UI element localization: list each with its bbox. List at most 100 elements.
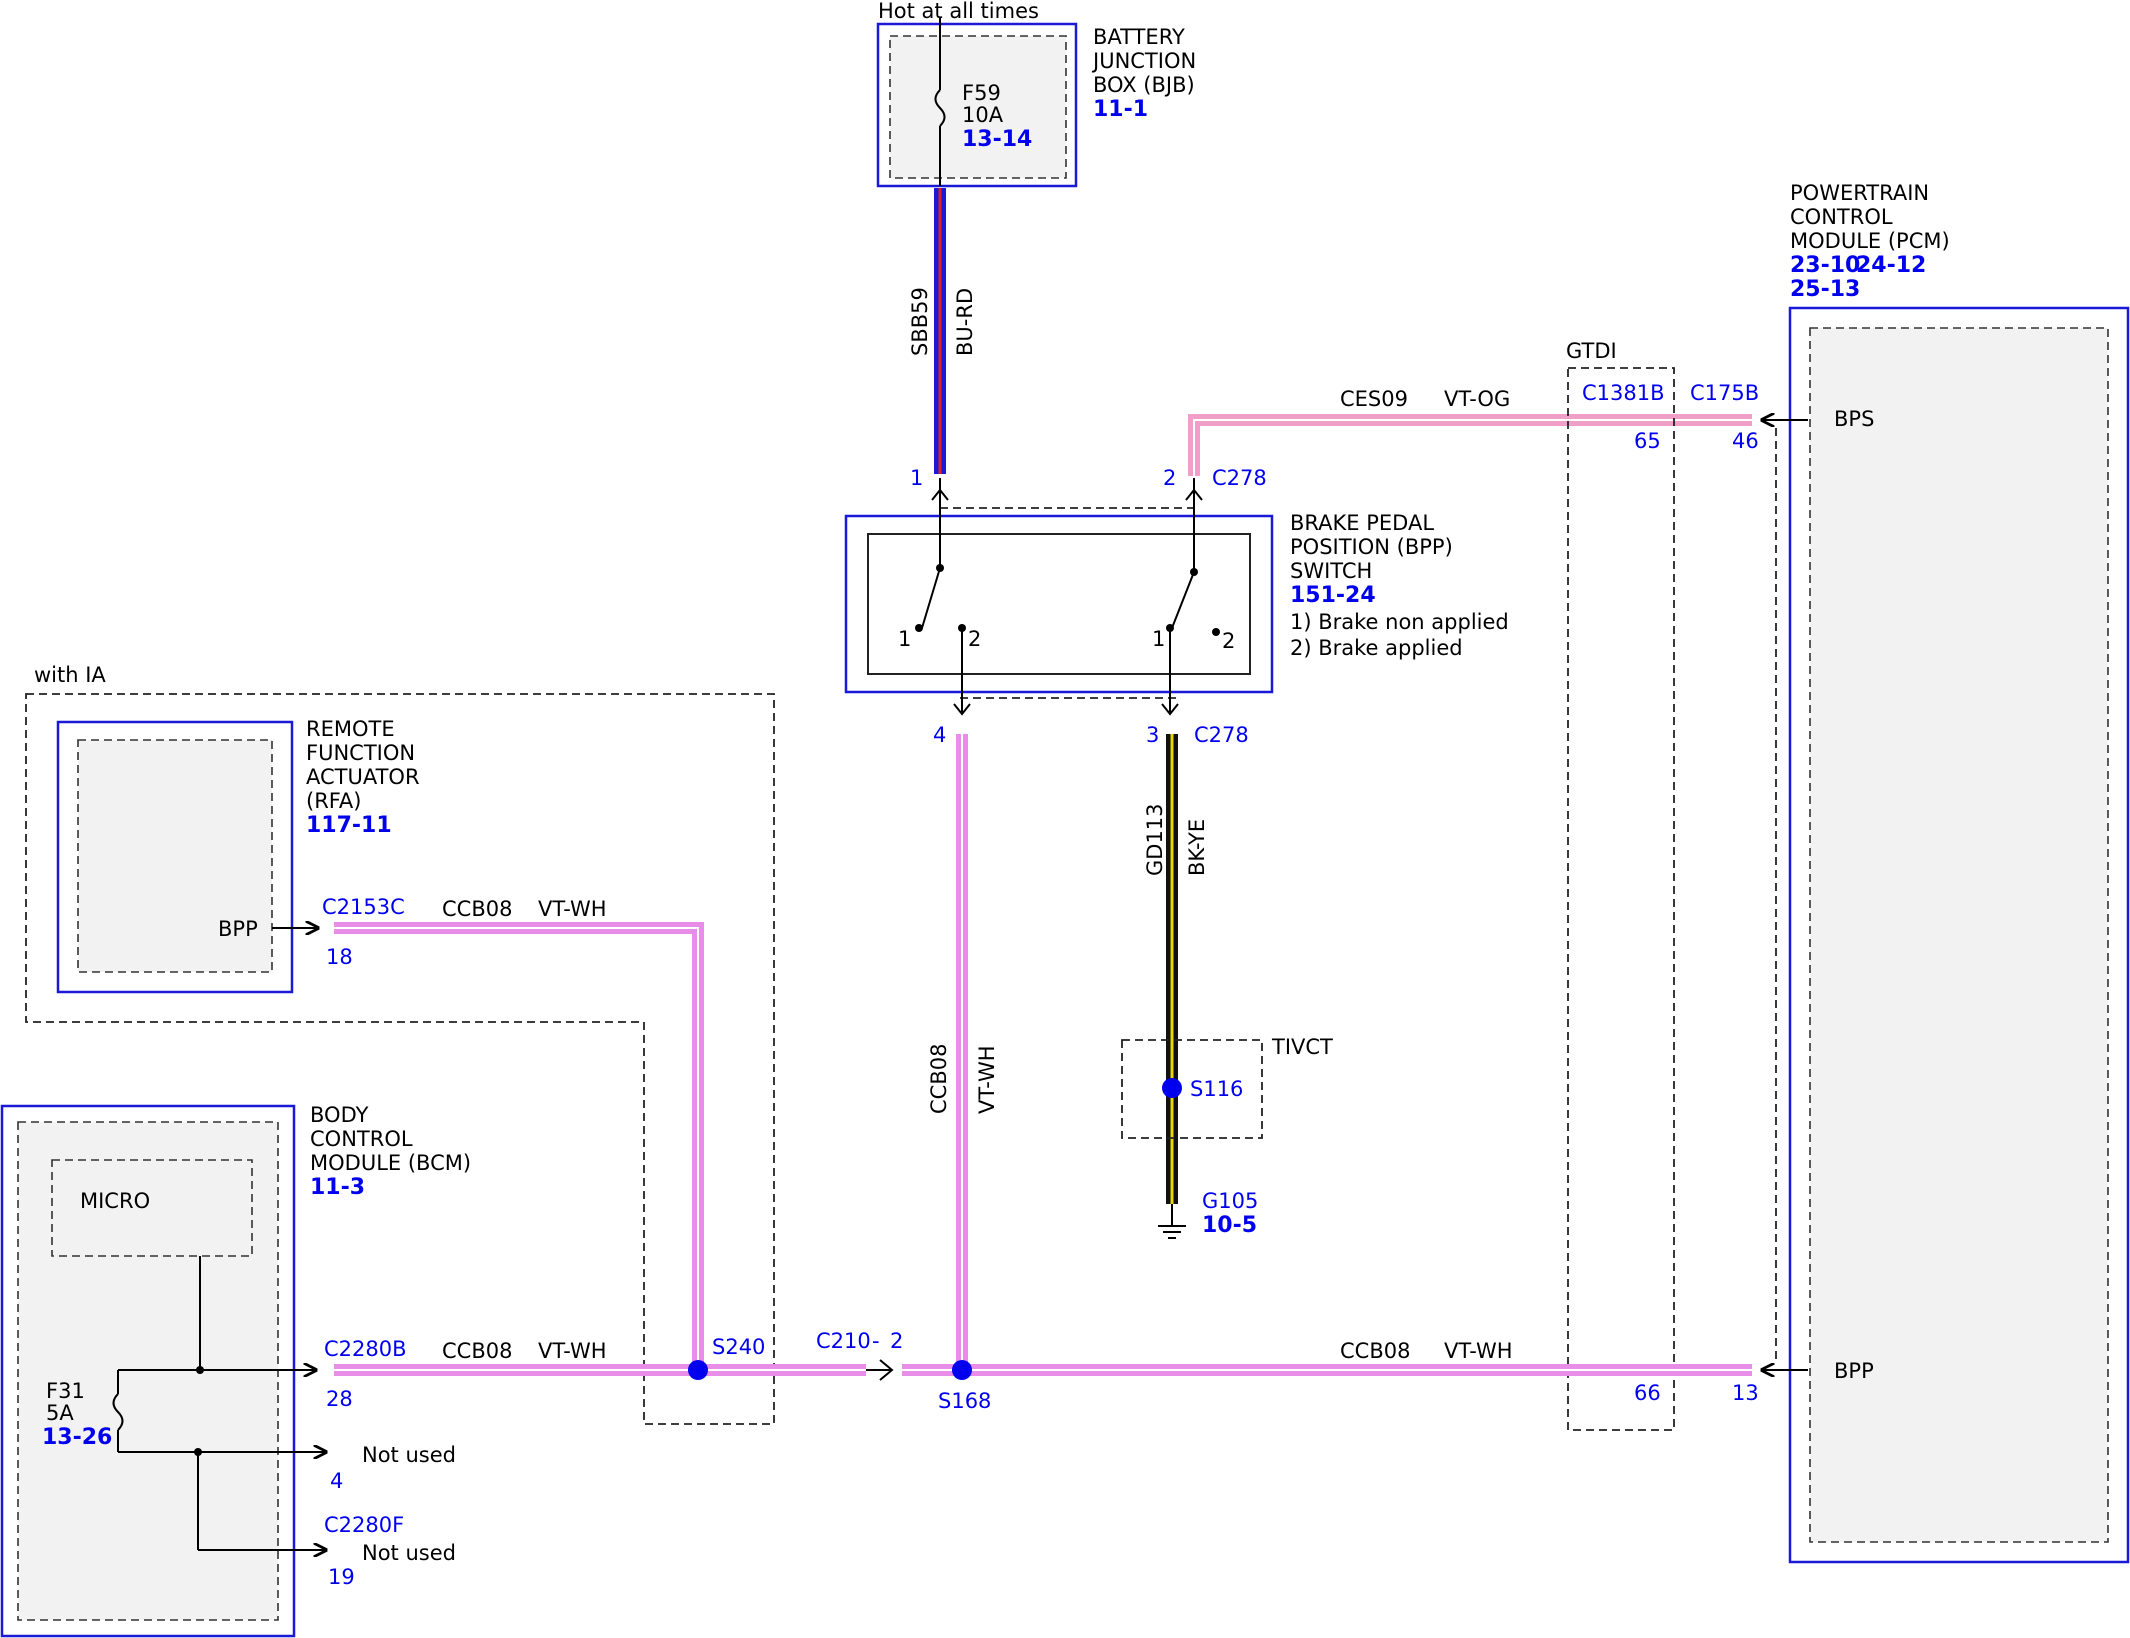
bpp-name-1: BRAKE PEDAL — [1290, 511, 1434, 535]
pin-c278-4: 4 — [933, 723, 946, 747]
fuse-f59-rating: 10A — [962, 103, 1004, 127]
wire-ccb08-main: CCB08 VT-WH CCB08 VT-WH S240 C210 - 2 S1… — [334, 1329, 1752, 1413]
splice-s168-label: S168 — [938, 1389, 991, 1413]
gd113-circuit: GD113 — [1143, 803, 1167, 876]
pin-c210-2: 2 — [890, 1329, 903, 1353]
wire-sbb59: SBB59 BU-RD — [908, 188, 977, 474]
rfa-pin-bpp: BPP — [218, 917, 258, 941]
pin-c278-3: 3 — [1146, 723, 1159, 747]
brake-pedal-position-switch: BRAKE PEDAL POSITION (BPP) SWITCH 151-24… — [844, 466, 1509, 747]
switch-arm-icon — [921, 567, 941, 629]
not-used-1: Not used — [362, 1443, 456, 1467]
rfa-name-2: FUNCTION — [306, 741, 415, 765]
ces09-color: VT-OG — [1444, 387, 1510, 411]
pin-c2280b-4: 4 — [330, 1469, 343, 1493]
fuse-f59-id: F59 — [962, 81, 1001, 105]
connector-c2280b: C2280B — [324, 1337, 407, 1361]
ground-g105-ref: 10-5 — [1202, 1213, 1257, 1238]
bjb-name-3: BOX (BJB) — [1093, 73, 1195, 97]
wire-ccb08-vertical: CCB08 VT-WH — [927, 734, 999, 1370]
bjb-name-2: JUNCTION — [1091, 49, 1196, 73]
right-contact-2: 2 — [1222, 629, 1235, 653]
fuse-f31-rating: 5A — [46, 1401, 74, 1425]
bcm-micro: MICRO — [80, 1189, 150, 1213]
bpp-ref: 151-24 — [1290, 583, 1376, 608]
ground-g105: G105 — [1202, 1189, 1258, 1213]
bcm-name-1: BODY — [310, 1103, 369, 1127]
ccb08-pcm-circuit: CCB08 — [1340, 1339, 1410, 1363]
left-contact-2: 2 — [968, 627, 981, 651]
connector-c278-top: C278 — [1212, 466, 1267, 490]
bcm-name-3: MODULE (BCM) — [310, 1151, 471, 1175]
wiring-diagram: Hot at all times BATTERY JUNCTION BOX (B… — [0, 0, 2130, 1638]
ccb08-rfa-circuit: CCB08 — [442, 897, 512, 921]
fuse-f31-ref: 13-26 — [42, 1425, 112, 1450]
rfa-ref: 117-11 — [306, 813, 392, 838]
pcm-name-1: POWERTRAIN — [1790, 181, 1929, 205]
connector-c1381b: C1381B — [1582, 381, 1665, 405]
splice-s116 — [1162, 1078, 1182, 1098]
powertrain-control-module: POWERTRAIN CONTROL MODULE (PCM) 23-10 24… — [1690, 181, 2130, 1564]
ces09-circuit: CES09 — [1340, 387, 1408, 411]
sbb59-circuit: SBB59 — [908, 287, 932, 356]
pcm-ref-3: 25-13 — [1790, 277, 1860, 302]
rfa-name-3: ACTUATOR — [306, 765, 420, 789]
pin-c2153c-18: 18 — [326, 945, 353, 969]
connector-c278-bottom: C278 — [1194, 723, 1249, 747]
pin-c2280b-28: 28 — [326, 1387, 353, 1411]
rfa-name-4: (RFA) — [306, 789, 362, 813]
bcm-ref: 11-3 — [310, 1175, 365, 1200]
ccb08-rfa-color: VT-WH — [538, 897, 607, 921]
sbb59-color: BU-RD — [953, 288, 977, 356]
bcm-name-2: CONTROL — [310, 1127, 413, 1151]
left-contact-1: 1 — [898, 627, 911, 651]
pin-c175b-13: 13 — [1732, 1381, 1759, 1405]
splice-s116-label: S116 — [1190, 1077, 1243, 1101]
splice-s168 — [952, 1360, 972, 1380]
switch-arm-icon — [1171, 571, 1195, 629]
fuse-f59-ref: 13-14 — [962, 127, 1032, 152]
splice-s240-label: S240 — [712, 1335, 765, 1359]
bpp-name-2: POSITION (BPP) — [1290, 535, 1453, 559]
c210-separator: - — [872, 1329, 880, 1353]
connector-c210: C210 — [816, 1329, 871, 1353]
battery-junction-box: Hot at all times BATTERY JUNCTION BOX (B… — [876, 0, 1196, 188]
pcm-ref-2: 24-12 — [1856, 253, 1926, 278]
bjb-name-1: BATTERY — [1093, 25, 1185, 49]
splice-s240 — [688, 1360, 708, 1380]
pcm-pin-bps: BPS — [1834, 407, 1874, 431]
connector-c2280f: C2280F — [324, 1513, 404, 1537]
pin-c278-1: 1 — [910, 466, 923, 490]
tivct-label: TIVCT — [1271, 1035, 1333, 1059]
connector-c2153c: C2153C — [322, 895, 405, 919]
gtdi-label: GTDI — [1566, 339, 1617, 363]
pin-c1381b-66: 66 — [1634, 1381, 1661, 1405]
not-used-2: Not used — [362, 1541, 456, 1565]
gtdi-option: GTDI C1381B 65 66 — [1566, 339, 1675, 1431]
right-contact-1: 1 — [1152, 627, 1165, 651]
wire-ces09: CES09 VT-OG — [1188, 387, 1752, 476]
wire-gd113: GD113 BK-YE TIVCT S116 G105 10-5 — [1121, 734, 1333, 1239]
gd113-color: BK-YE — [1185, 819, 1209, 876]
ccb08-vertical-color: VT-WH — [975, 1045, 999, 1114]
pin-c278-2: 2 — [1163, 466, 1176, 490]
bpp-name-3: SWITCH — [1290, 559, 1372, 583]
pcm-pin-bpp: BPP — [1834, 1359, 1874, 1383]
pin-c175b-46: 46 — [1732, 429, 1759, 453]
pin-c1381b-65: 65 — [1634, 429, 1661, 453]
bpp-legend-1: 1) Brake non applied — [1290, 610, 1509, 634]
bpp-legend-2: 2) Brake applied — [1290, 636, 1463, 660]
pin-c2280f-19: 19 — [328, 1565, 355, 1589]
ccb08-bcm-color: VT-WH — [538, 1339, 607, 1363]
bjb-ref: 11-1 — [1093, 97, 1148, 122]
fuse-f31-id: F31 — [46, 1379, 85, 1403]
pcm-ref-1: 23-10 — [1790, 253, 1860, 278]
ccb08-pcm-color: VT-WH — [1444, 1339, 1513, 1363]
pcm-name-3: MODULE (PCM) — [1790, 229, 1950, 253]
rfa-name-1: REMOTE — [306, 717, 395, 741]
ccb08-vertical-circuit: CCB08 — [927, 1044, 951, 1114]
rfa-option: with IA — [34, 663, 106, 687]
supply-label: Hot at all times — [878, 0, 1039, 23]
ccb08-bcm-circuit: CCB08 — [442, 1339, 512, 1363]
connector-c175b: C175B — [1690, 381, 1759, 405]
